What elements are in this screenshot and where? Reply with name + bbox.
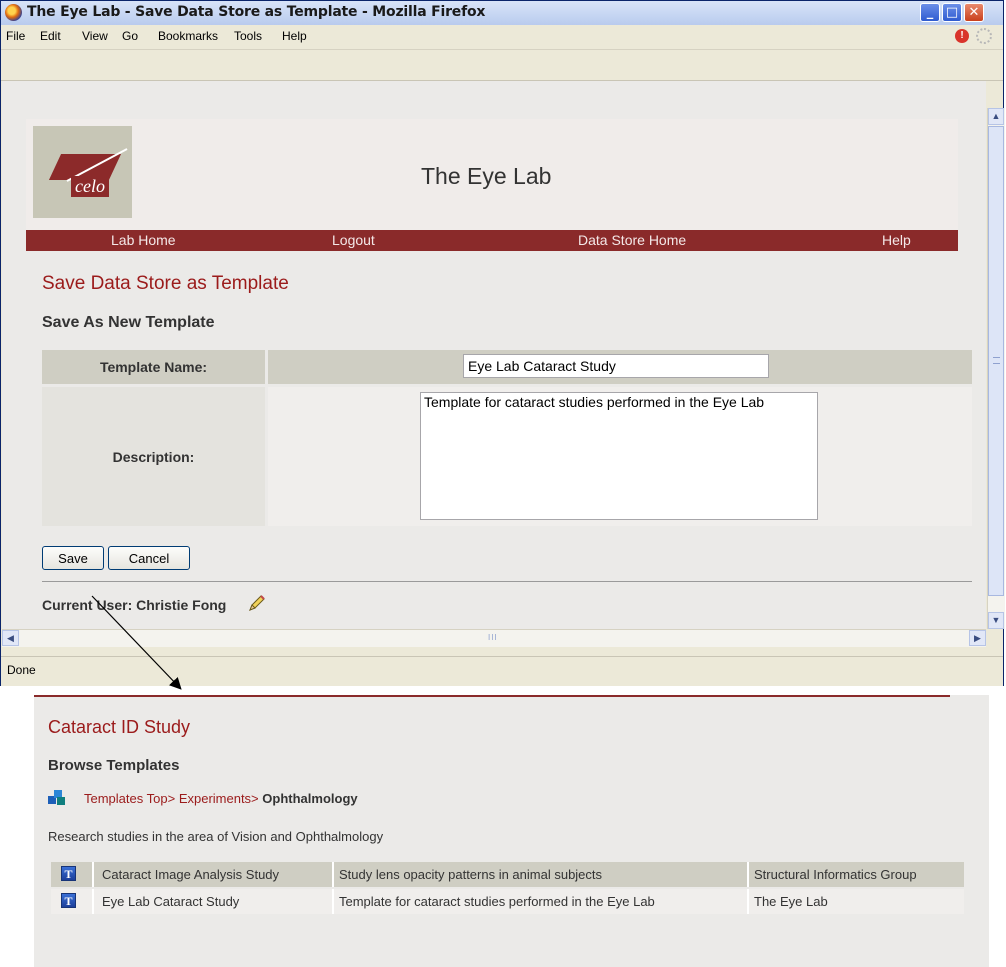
section-title: Save As New Template	[42, 314, 215, 331]
site-nav: Lab Home Logout Data Store Home Help	[26, 230, 958, 251]
menu-view[interactable]: View	[82, 29, 108, 43]
status-bar: Done	[1, 656, 1003, 686]
template-name-label: Template Name:	[42, 350, 265, 384]
horizontal-scrollbar[interactable]: ◀ III ▶	[2, 629, 986, 647]
description-textarea[interactable]: Template for cataract studies performed …	[420, 392, 818, 520]
browse-templates-panel: Cataract ID Study Browse Templates Templ…	[34, 695, 989, 967]
page-viewport: celo The Eye Lab Lab Home Logout Data St…	[2, 81, 986, 629]
template-owner: Structural Informatics Group	[754, 867, 917, 882]
breadcrumb-templates-top[interactable]: Templates Top>	[84, 791, 175, 806]
navigation-toolbar	[1, 50, 1003, 81]
minimize-button[interactable]: _	[920, 3, 940, 22]
breadcrumb: Templates Top> Experiments> Ophthalmolog…	[84, 791, 358, 806]
template-description: Template for cataract studies performed …	[339, 894, 655, 909]
window-title: The Eye Lab - Save Data Store as Templat…	[27, 4, 486, 20]
menu-bar: File Edit View Go Bookmarks Tools Help	[1, 25, 1003, 50]
form-row-name: Template Name:	[42, 350, 972, 384]
site-title: The Eye Lab	[421, 163, 552, 189]
throbber-icon	[976, 28, 992, 44]
edit-pencil-icon[interactable]	[247, 593, 267, 613]
table-row[interactable]: T Cataract Image Analysis Study Study le…	[51, 862, 964, 887]
template-description: Study lens opacity patterns in animal su…	[339, 867, 603, 882]
cancel-button[interactable]: Cancel	[108, 546, 190, 570]
template-icon: T	[61, 866, 76, 881]
template-name[interactable]: Eye Lab Cataract Study	[102, 894, 239, 909]
breadcrumb-experiments[interactable]: Experiments>	[179, 791, 259, 806]
menu-bookmarks[interactable]: Bookmarks	[158, 29, 218, 43]
title-bar: The Eye Lab - Save Data Store as Templat…	[1, 1, 1003, 26]
page-title: Save Data Store as Template	[42, 273, 289, 294]
description-label: Description:	[42, 387, 265, 526]
menu-help[interactable]: Help	[282, 29, 307, 43]
breadcrumb-ophthalmology: Ophthalmology	[262, 791, 358, 806]
template-owner: The Eye Lab	[754, 894, 828, 909]
scrollbar-thumb[interactable]	[988, 126, 1004, 596]
form-row-description: Description: Template for cataract studi…	[42, 387, 972, 526]
divider	[42, 581, 972, 582]
nav-logout[interactable]: Logout	[332, 232, 375, 248]
site-header: celo The Eye Lab	[26, 119, 958, 230]
scroll-up-arrow-icon[interactable]: ▲	[988, 108, 1004, 125]
save-button[interactable]: Save	[42, 546, 104, 570]
template-icon: T	[61, 893, 76, 908]
menu-edit[interactable]: Edit	[40, 29, 61, 43]
status-text: Done	[7, 663, 36, 677]
vertical-scrollbar[interactable]: ▲ ▼	[987, 108, 1005, 629]
close-button[interactable]: ✕	[964, 3, 984, 22]
nav-help[interactable]: Help	[882, 232, 911, 248]
celo-logo: celo	[33, 126, 132, 218]
menu-tools[interactable]: Tools	[234, 29, 262, 43]
scroll-right-arrow-icon[interactable]: ▶	[969, 630, 986, 646]
maximize-button[interactable]: □	[942, 3, 962, 22]
browser-window: The Eye Lab - Save Data Store as Templat…	[0, 0, 1005, 686]
nav-data-store-home[interactable]: Data Store Home	[578, 232, 686, 248]
current-user: Current User: Christie Fong	[42, 597, 227, 613]
template-name-input[interactable]	[463, 354, 769, 378]
alert-icon[interactable]: !	[955, 29, 969, 43]
category-description: Research studies in the area of Vision a…	[48, 829, 384, 844]
scroll-down-arrow-icon[interactable]: ▼	[988, 612, 1004, 629]
firefox-icon	[5, 4, 22, 21]
menu-go[interactable]: Go	[122, 29, 138, 43]
menu-file[interactable]: File	[6, 29, 25, 43]
nav-lab-home[interactable]: Lab Home	[111, 232, 176, 248]
panel-top-rule	[34, 695, 950, 697]
study-title: Cataract ID Study	[48, 717, 191, 737]
browse-heading: Browse Templates	[48, 757, 180, 774]
category-icon	[48, 790, 65, 805]
template-name[interactable]: Cataract Image Analysis Study	[102, 867, 279, 882]
table-row[interactable]: T Eye Lab Cataract Study Template for ca…	[51, 889, 964, 914]
scroll-left-arrow-icon[interactable]: ◀	[2, 630, 19, 646]
